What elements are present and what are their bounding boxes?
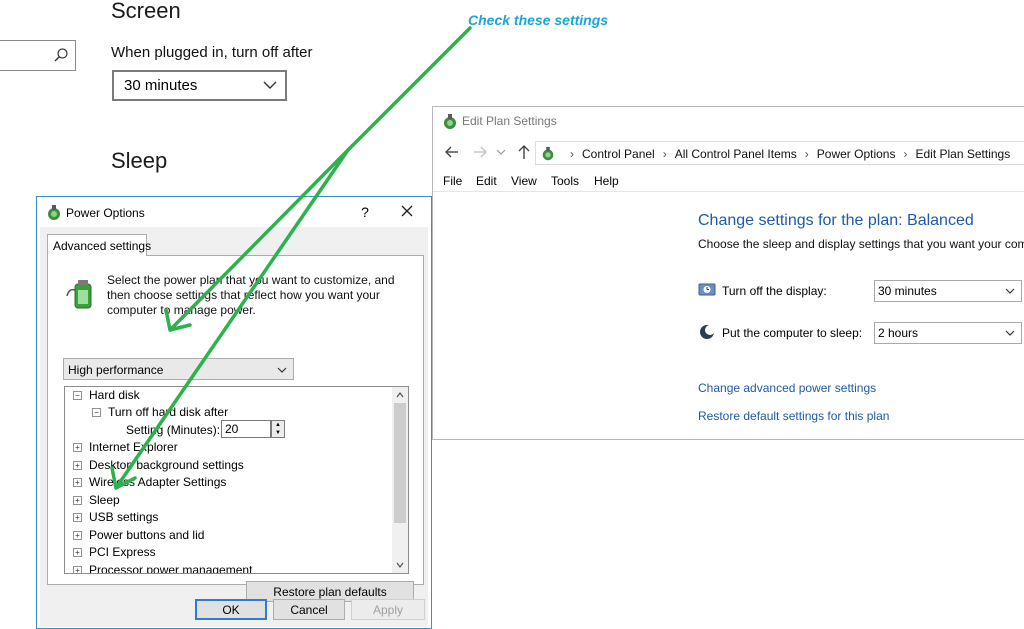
tab-panel: Select the power plan that you want to c… — [47, 255, 424, 602]
minutes-spin-input[interactable]: 20 — [221, 420, 271, 438]
title-bar: Edit Plan Settings — [433, 107, 1024, 137]
change-advanced-settings-link[interactable]: Change advanced power settings — [698, 381, 876, 395]
address-bar: › Control Panel › All Control Panel Item… — [433, 139, 1024, 167]
plan-title: Change settings for the plan: Balanced — [698, 212, 974, 229]
dialog-body: Advanced settings Select the power plan … — [40, 227, 428, 627]
expand-icon[interactable]: + — [73, 548, 82, 557]
tree-item-label: Power buttons and lid — [89, 528, 205, 542]
spin-down-icon[interactable]: ▼ — [272, 429, 284, 437]
power-plan-icon — [444, 114, 456, 129]
plugged-in-label: When plugged in, turn off after — [111, 44, 313, 61]
tree-item-label: Processor power management — [89, 563, 253, 574]
turn-off-display-label: Turn off the display: — [722, 284, 827, 298]
intro-text: Select the power plan that you want to c… — [107, 273, 395, 317]
screen-timeout-dropdown[interactable]: 30 minutes — [112, 70, 287, 101]
tree-item-label: Hard disk — [89, 388, 140, 402]
display-timeout-value: 30 minutes — [878, 284, 937, 298]
power-plan-value: High performance — [68, 363, 164, 377]
tree-item-label: Turn off hard disk after — [108, 405, 229, 419]
display-timeout-dropdown[interactable]: 30 minutes — [874, 280, 1022, 302]
edit-plan-settings-window: Edit Plan Settings › Control Panel › All… — [432, 106, 1024, 440]
expand-icon[interactable]: + — [73, 461, 82, 470]
sleep-timeout-value: 2 hours — [878, 326, 919, 340]
tree-item-label: Internet Explorer — [89, 440, 178, 454]
chevron-down-icon — [263, 81, 277, 89]
expand-icon[interactable]: + — [73, 513, 82, 522]
expand-icon[interactable]: + — [73, 443, 82, 452]
sleep-moon-icon — [700, 325, 715, 339]
scroll-down-icon[interactable] — [396, 561, 404, 569]
up-arrow-icon[interactable] — [515, 143, 533, 161]
tree-item-label: Desktop background settings — [89, 458, 244, 472]
tree-item-label: Wireless Adapter Settings — [89, 475, 227, 489]
sleep-heading: Sleep — [111, 148, 168, 173]
search-icon[interactable] — [53, 47, 69, 63]
chevron-down-icon — [1005, 288, 1015, 294]
dialog-title: Power Options — [66, 206, 145, 220]
computer-sleep-label: Put the computer to sleep: — [722, 326, 863, 340]
tree-item-label: USB settings — [89, 510, 159, 524]
setting-minutes-label: Setting (Minutes): — [126, 423, 221, 437]
expand-icon[interactable]: + — [73, 531, 82, 540]
battery-plug-icon — [66, 280, 92, 309]
collapse-icon[interactable]: − — [92, 408, 101, 417]
cancel-button[interactable]: Cancel — [273, 599, 345, 620]
close-icon[interactable] — [399, 203, 415, 219]
expand-icon[interactable]: + — [73, 496, 82, 505]
chevron-down-icon — [277, 367, 287, 373]
window-title: Edit Plan Settings — [462, 114, 557, 128]
screen-timeout-value: 30 minutes — [124, 77, 198, 94]
tab-advanced-settings[interactable]: Advanced settings — [47, 234, 151, 256]
breadcrumb-all-items[interactable]: All Control Panel Items — [675, 147, 797, 161]
menu-bar: File Edit View Tools Help — [433, 170, 1024, 192]
back-arrow-icon[interactable] — [443, 143, 461, 161]
settings-tree[interactable]: − Hard disk − Turn off hard disk after S… — [64, 386, 409, 574]
power-options-dialog: Power Options ? Advanced settings Select… — [36, 196, 432, 629]
restore-defaults-link[interactable]: Restore default settings for this plan — [698, 409, 889, 423]
address-field[interactable]: › Control Panel › All Control Panel Item… — [535, 141, 1024, 165]
tree-item-label: Sleep — [89, 493, 120, 507]
search-input[interactable] — [0, 40, 76, 71]
spin-up-icon[interactable]: ▲ — [272, 421, 284, 429]
breadcrumb-power-options[interactable]: Power Options — [817, 147, 896, 161]
expand-icon[interactable]: + — [73, 478, 82, 487]
scrollbar-thumb[interactable] — [394, 403, 406, 523]
breadcrumb-edit-plan[interactable]: Edit Plan Settings — [915, 147, 1010, 161]
minutes-spinner[interactable]: ▲ ▼ — [271, 420, 285, 438]
display-icon — [698, 283, 716, 296]
tree-item-label: PCI Express — [89, 545, 156, 559]
scroll-up-icon[interactable] — [396, 391, 404, 399]
menu-edit[interactable]: Edit — [476, 174, 497, 188]
forward-arrow-icon[interactable] — [471, 143, 489, 161]
apply-button[interactable]: Apply — [351, 599, 425, 620]
breadcrumb-control-panel[interactable]: Control Panel — [582, 147, 655, 161]
tree-scrollbar[interactable] — [392, 387, 408, 573]
breadcrumb-separator: › — [570, 147, 574, 161]
history-dropdown-icon[interactable] — [495, 143, 507, 161]
breadcrumb-separator: › — [662, 147, 667, 161]
power-options-icon — [48, 205, 60, 220]
annotation-text: Check these settings — [468, 12, 609, 28]
sleep-timeout-dropdown[interactable]: 2 hours — [874, 322, 1022, 344]
collapse-icon[interactable]: − — [73, 391, 82, 400]
power-plan-dropdown[interactable]: High performance — [63, 358, 294, 380]
ok-button[interactable]: OK — [195, 599, 267, 620]
control-panel-icon — [542, 146, 554, 161]
breadcrumb: › Control Panel › All Control Panel Item… — [540, 146, 1010, 162]
breadcrumb-separator: › — [804, 147, 809, 161]
screen-heading: Screen — [111, 0, 181, 23]
menu-view[interactable]: View — [511, 174, 537, 188]
plan-description: Choose the sleep and display settings th… — [698, 237, 1024, 251]
dialog-title-bar: Power Options ? — [37, 197, 431, 227]
breadcrumb-separator: › — [903, 147, 908, 161]
menu-file[interactable]: File — [443, 174, 462, 188]
chevron-down-icon — [1005, 330, 1015, 336]
menu-help[interactable]: Help — [594, 174, 619, 188]
expand-icon[interactable]: + — [73, 566, 82, 573]
menu-tools[interactable]: Tools — [551, 174, 579, 188]
help-button[interactable]: ? — [357, 204, 373, 220]
